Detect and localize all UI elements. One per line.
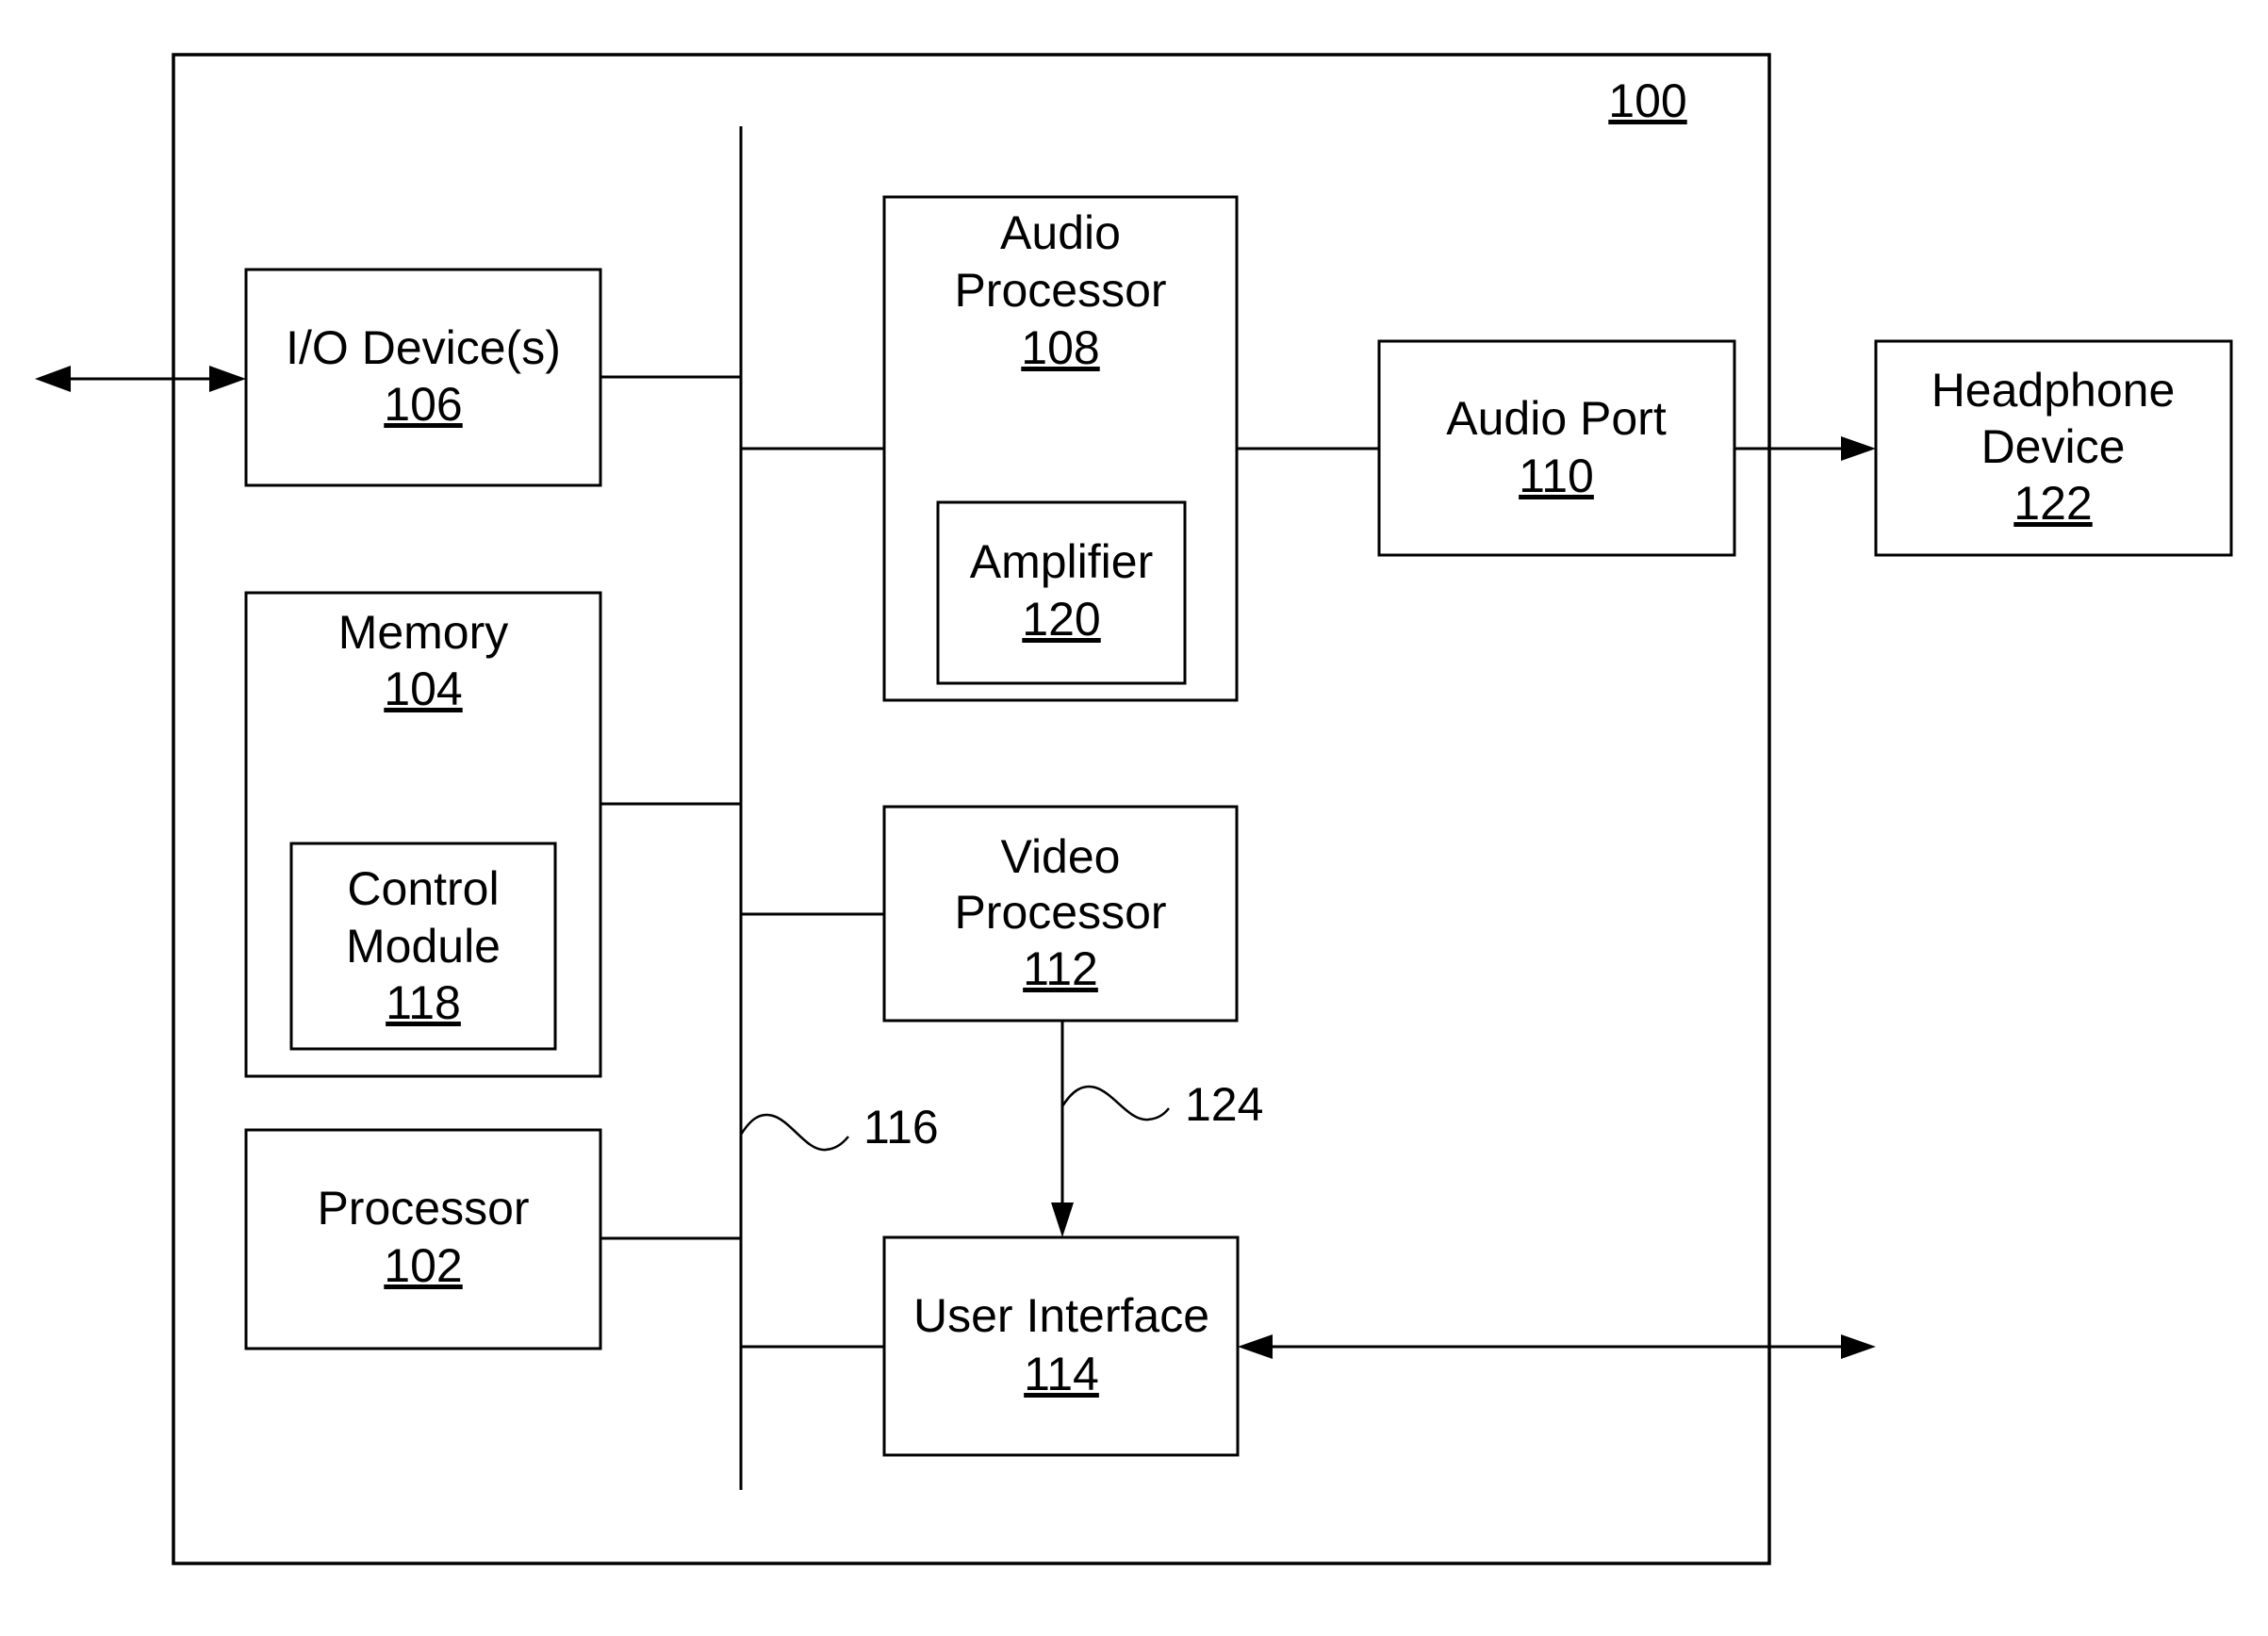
headphone-label-line-2: Device [1981, 420, 2126, 473]
system-ref-label: 100 [1608, 74, 1686, 127]
arrowhead-right-icon [1841, 436, 1876, 461]
user-interface-block[interactable]: User Interface 114 [882, 1235, 1240, 1457]
arrowhead-down-icon [1051, 1202, 1074, 1237]
user-interface-label: User Interface [913, 1289, 1209, 1342]
control-module-label-line-2: Module [346, 920, 501, 973]
ui-external-arrow [1238, 1334, 1876, 1359]
control-module-ref: 118 [386, 976, 461, 1029]
amplifier-ref: 120 [1022, 593, 1100, 646]
audio-port-ref: 110 [1519, 450, 1594, 502]
block-diagram: 100 116 I/O Device(s) 106 Memory 104 Con… [35, 53, 2233, 1565]
video-to-ui-arrow [1051, 1021, 1074, 1237]
video-link-ref-label: 124 [1185, 1078, 1263, 1131]
processor-block[interactable]: Processor 102 [244, 1128, 602, 1350]
audio-processor-label-line-2: Processor [954, 264, 1166, 317]
video-processor-label-line-1: Video [1001, 830, 1121, 883]
memory-ref: 104 [384, 663, 462, 715]
audio-processor-ref: 108 [1021, 321, 1099, 374]
video-processor-label-line-2: Processor [954, 886, 1166, 939]
amplifier-label: Amplifier [970, 535, 1153, 588]
arrowhead-left-icon [35, 366, 71, 392]
headphone-device-block[interactable]: Headphone Device 122 [1874, 339, 2233, 557]
memory-label: Memory [338, 606, 509, 659]
control-module-block[interactable]: Control Module 118 [289, 842, 557, 1051]
arrowhead-right-icon [1841, 1334, 1876, 1359]
io-device-ref: 106 [384, 378, 462, 431]
audio-processor-label-line-1: Audio [1000, 206, 1121, 259]
io-device-block[interactable]: I/O Device(s) 106 [244, 268, 602, 487]
processor-ref: 102 [384, 1239, 462, 1292]
amplifier-block[interactable]: Amplifier 120 [936, 500, 1187, 685]
processor-label: Processor [317, 1182, 529, 1235]
video-processor-ref: 112 [1023, 942, 1098, 995]
control-module-label-line-1: Control [347, 862, 499, 915]
arrowhead-right-icon [209, 366, 246, 392]
audio-port-block[interactable]: Audio Port 110 [1377, 339, 1736, 557]
headphone-label-line-1: Headphone [1931, 364, 2176, 417]
audio-port-label: Audio Port [1446, 392, 1667, 445]
external-io-arrow [35, 366, 246, 392]
video-link-ref-leader [1060, 1085, 1170, 1121]
user-interface-ref: 114 [1024, 1348, 1099, 1400]
audio-port-to-headphone-arrow [1734, 436, 1876, 461]
io-device-label: I/O Device(s) [286, 321, 561, 374]
headphone-ref: 122 [2013, 477, 2092, 530]
bus-ref-leader [739, 1113, 849, 1152]
arrowhead-left-icon [1238, 1334, 1273, 1359]
video-processor-block[interactable]: Video Processor 112 [882, 805, 1239, 1022]
bus-ref-label: 116 [863, 1101, 939, 1153]
